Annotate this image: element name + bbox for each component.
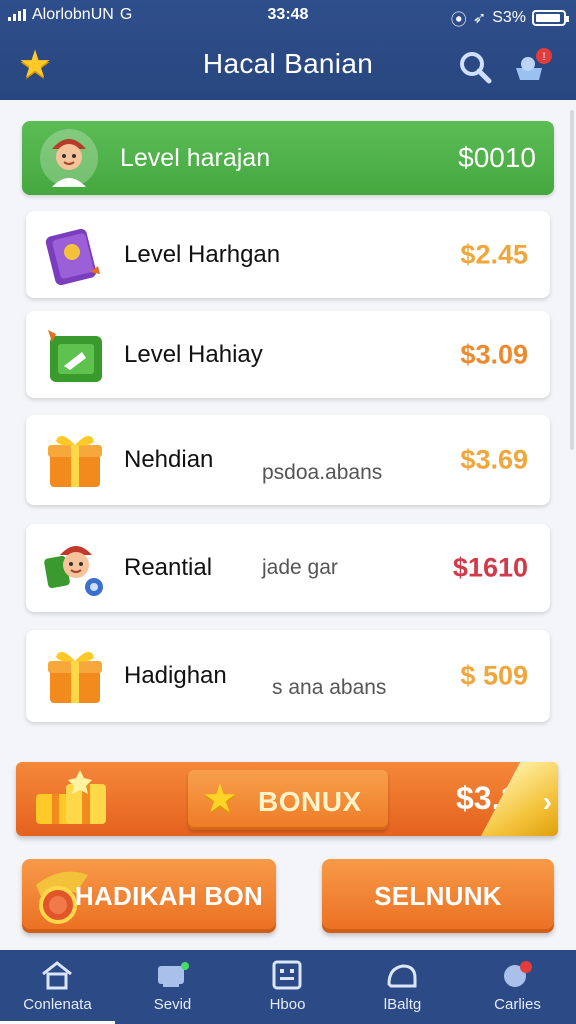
item-name: Level Hahiay	[124, 340, 263, 368]
list-item[interactable]: Hadighan s ana abans $ 509	[26, 630, 550, 722]
svg-text:!: !	[542, 51, 545, 63]
status-bar: AlorlobnUN G 33:48 ⦿ ➶ S3%	[0, 0, 576, 32]
list-item[interactable]: Nehdian psdoa.abans $3.69	[26, 415, 550, 505]
star-icon: ★	[202, 777, 238, 821]
item-name: Hadighan	[124, 662, 227, 689]
bonus-button[interactable]: ★ BONUX	[188, 770, 388, 830]
featured-level-card[interactable]: Level harajan $0010	[22, 121, 554, 195]
tab-label: Hboo	[269, 996, 306, 1013]
gift-pile-icon	[36, 770, 106, 824]
battery-percent: S3%	[492, 9, 526, 26]
tab-carlies[interactable]: Carlies	[460, 950, 575, 1024]
item-price: $3.09	[460, 339, 528, 369]
item-price: $1610	[452, 552, 528, 583]
tab-label: Carlies	[494, 996, 541, 1013]
location-icon: ⦿	[450, 12, 467, 29]
selnunk-button[interactable]: SELNUNK	[322, 859, 554, 933]
featured-label: Level harajan	[120, 144, 271, 172]
selnunk-label: SELNUNK	[374, 881, 502, 911]
app-header: AlorlobnUN G 33:48 ⦿ ➶ S3% ★ Hacal Bania…	[0, 0, 576, 100]
purple-card-icon	[45, 228, 100, 285]
tab-hboo[interactable]: Hboo	[230, 950, 345, 1024]
item-price: $3.69	[460, 444, 528, 475]
featured-price: $0010	[458, 142, 536, 173]
bag-icon	[387, 964, 417, 988]
item-name: Level Harhgan	[124, 240, 281, 268]
search-icon[interactable]	[458, 50, 492, 84]
avatar-icon	[40, 129, 98, 187]
character-icon	[44, 546, 103, 596]
gift-box-icon	[48, 651, 102, 703]
scrollbar[interactable]	[570, 110, 574, 450]
tab-baltg[interactable]: lBaltg	[345, 950, 460, 1024]
item-subtitle: jade gar	[262, 556, 338, 579]
arrow-icon: ➶	[472, 10, 487, 27]
cart-icon[interactable]: !	[512, 46, 558, 86]
item-name: Nehdian	[124, 446, 214, 473]
tab-label: lBaltg	[383, 996, 422, 1013]
list-item[interactable]: Level Hahiay $3.09	[26, 311, 550, 398]
item-subtitle: s ana abans	[272, 676, 387, 699]
grid-icon	[272, 960, 302, 990]
list-item[interactable]: Level Harhgan $2.45	[26, 211, 550, 298]
tab-home[interactable]: Conlenata	[0, 950, 115, 1024]
hadikah-bon-button[interactable]: HADIKAH BON	[22, 859, 276, 933]
battery-icon	[532, 10, 569, 26]
home-icon	[42, 961, 72, 990]
item-name: Reantial	[124, 554, 213, 581]
chevron-right-icon[interactable]: ›	[543, 786, 552, 818]
item-price: $ 509	[460, 660, 528, 691]
bonus-banner[interactable]: ★ BONUX $3.1 ›	[16, 762, 558, 836]
green-card-icon	[48, 329, 102, 382]
hadikah-bon-label: HADIKAH BON	[74, 881, 264, 911]
gift-box-icon	[48, 435, 102, 487]
item-price: $2.45	[460, 239, 528, 269]
tab-label: Conlenata	[23, 996, 92, 1013]
tab-sevid[interactable]: Sevid	[115, 950, 230, 1024]
chat-icon	[504, 961, 532, 987]
tab-label: Sevid	[153, 996, 192, 1013]
inbox-icon	[158, 962, 189, 987]
list-item[interactable]: Reantial jade gar $1610	[26, 524, 550, 612]
bottom-tab-bar: Conlenata Sevid Hboo lBaltg Carlies	[0, 950, 576, 1024]
nav-bar: ★ Hacal Banian !	[0, 32, 576, 100]
bonus-label: BONUX	[258, 786, 362, 817]
item-subtitle: psdoa.abans	[262, 461, 383, 484]
